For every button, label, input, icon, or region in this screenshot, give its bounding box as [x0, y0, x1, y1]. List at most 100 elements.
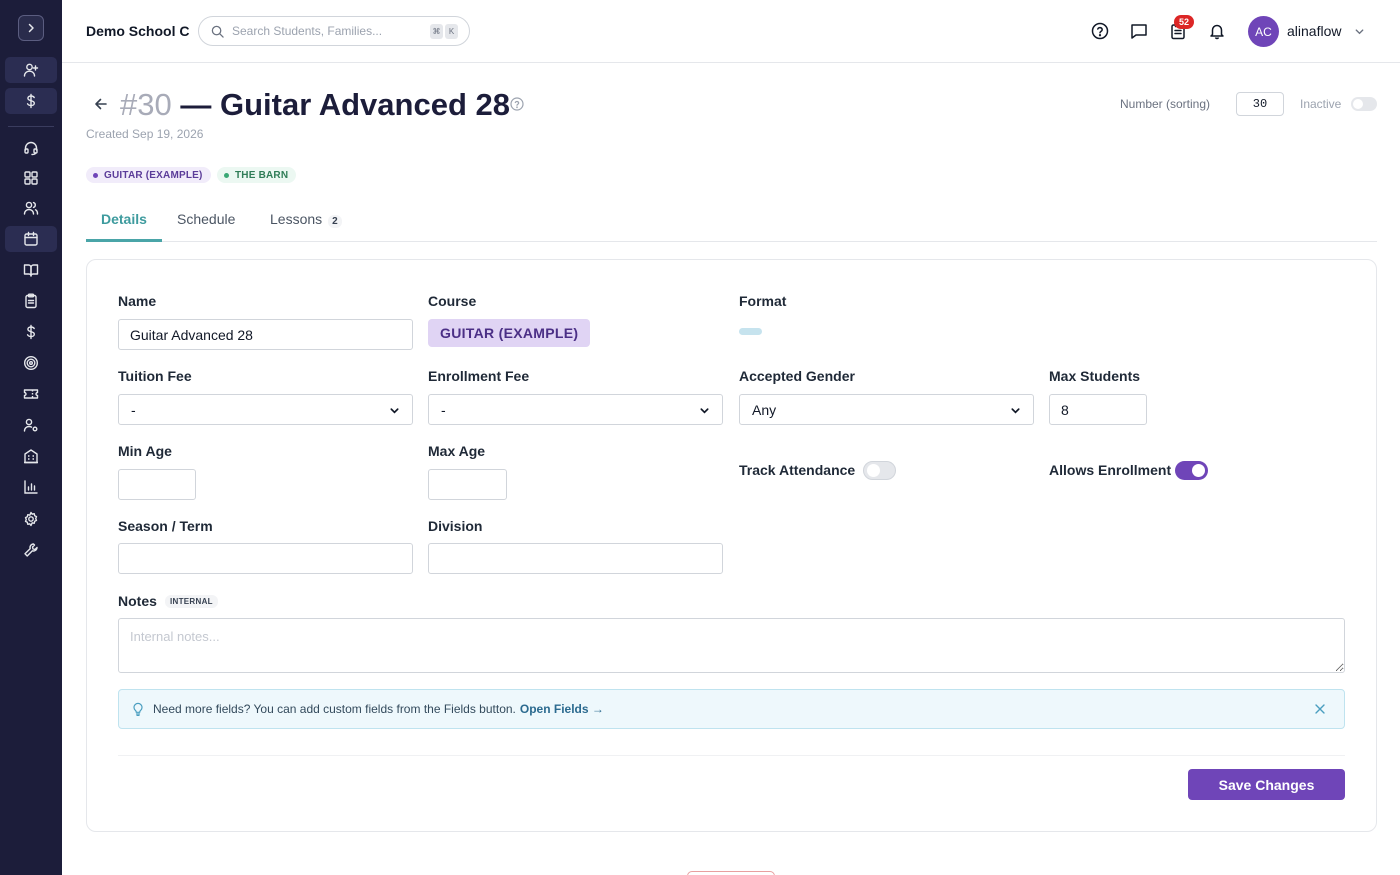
format-indicator[interactable]: [739, 328, 762, 335]
save-changes-button[interactable]: Save Changes: [1188, 769, 1345, 800]
tuition-fee-value: -: [131, 401, 136, 418]
wrench-icon: [24, 543, 38, 557]
track-attendance-toggle[interactable]: [863, 461, 896, 480]
notes-textarea[interactable]: [118, 618, 1345, 673]
sidebar-item-goals[interactable]: [5, 350, 57, 376]
custom-fields-info-banner: Need more fields? You can add custom fie…: [118, 689, 1345, 729]
sidebar-item-support[interactable]: [5, 135, 57, 161]
class-title: — Guitar Advanced 28: [180, 87, 510, 122]
sidebar-item-families[interactable]: [5, 195, 57, 221]
bar-chart-icon: [24, 480, 38, 494]
sidebar-item-locations[interactable]: [5, 443, 57, 469]
accepted-gender-value: Any: [752, 401, 777, 418]
max-students-label: Max Students: [1049, 368, 1141, 384]
lessons-count-badge: 2: [328, 215, 342, 228]
active-tab-indicator: [86, 239, 162, 242]
sidebar-item-tools[interactable]: [5, 537, 57, 563]
chevron-down-icon: [1011, 408, 1020, 414]
chevron-down-icon[interactable]: [1354, 26, 1365, 37]
username[interactable]: alinaflow: [1287, 23, 1341, 39]
back-arrow-icon[interactable]: [93, 96, 109, 112]
search-input[interactable]: [232, 24, 422, 38]
sort-number-input[interactable]: [1236, 92, 1284, 116]
track-attendance-label: Track Attendance: [739, 462, 856, 478]
min-age-input[interactable]: [118, 469, 196, 500]
help-button[interactable]: [1091, 22, 1109, 40]
dollar-icon: [26, 93, 36, 109]
enrollment-fee-value: -: [441, 401, 446, 418]
sidebar-item-tasks[interactable]: [5, 288, 57, 314]
enrollment-fee-label: Enrollment Fee: [428, 368, 530, 384]
sort-number-label: Number (sorting): [1120, 97, 1211, 111]
course-tag: GUITAR (EXAMPLE): [86, 167, 211, 183]
tab-details[interactable]: Details: [101, 211, 147, 227]
chevron-down-icon: [700, 408, 709, 414]
division-input[interactable]: [428, 543, 723, 574]
sidebar-item-billing[interactable]: [5, 319, 57, 345]
course-label: Course: [428, 293, 477, 309]
topbar: Demo School C ⌘ K 52 AC alinaflow: [62, 0, 1400, 63]
class-number: #30: [120, 87, 172, 122]
course-tag-label: GUITAR (EXAMPLE): [104, 169, 203, 181]
inactive-toggle[interactable]: [1351, 97, 1377, 111]
info-help-icon[interactable]: [510, 97, 524, 111]
building-icon: [24, 449, 38, 464]
enrollment-fee-select[interactable]: -: [428, 394, 723, 425]
name-input[interactable]: [118, 319, 413, 350]
allows-enrollment-toggle[interactable]: [1175, 461, 1208, 480]
tag-dot: [93, 172, 98, 178]
chevron-right-icon: [28, 23, 34, 33]
close-icon[interactable]: [1314, 703, 1326, 715]
global-search[interactable]: ⌘ K: [198, 16, 470, 46]
shortcut-key-cmd: ⌘: [430, 24, 443, 39]
sidebar-item-calendar[interactable]: [5, 226, 57, 252]
sidebar-item-dashboard[interactable]: [5, 165, 57, 191]
tag-dot: [224, 172, 229, 178]
season-term-label: Season / Term: [118, 518, 213, 534]
tab-lessons[interactable]: Lessons 2: [270, 211, 342, 228]
division-label: Division: [428, 518, 483, 534]
max-age-input[interactable]: [428, 469, 507, 500]
tasks-count-badge: 52: [1174, 15, 1194, 29]
page-title: #30 — Guitar Advanced 28: [120, 87, 510, 123]
ticket-icon: [23, 389, 39, 399]
open-fields-link[interactable]: Open Fields →: [520, 702, 604, 716]
form-separator: [118, 755, 1345, 756]
sidebar-item-payments[interactable]: [5, 88, 57, 114]
book-open-icon: [23, 264, 39, 277]
notifications-button[interactable]: [1208, 22, 1226, 40]
gear-icon: [24, 511, 38, 527]
user-avatar[interactable]: AC: [1248, 16, 1279, 47]
bell-icon: [1210, 24, 1224, 40]
sidebar-item-tickets[interactable]: [5, 381, 57, 407]
tab-lessons-label: Lessons: [270, 211, 323, 227]
help-circle-icon: [1091, 22, 1109, 40]
accepted-gender-label: Accepted Gender: [739, 368, 855, 384]
grid-icon: [24, 171, 38, 185]
tab-schedule[interactable]: Schedule: [177, 211, 235, 227]
danger-button-peek[interactable]: [687, 871, 775, 875]
sidebar-item-reports[interactable]: [5, 474, 57, 500]
school-name: Demo School C: [86, 23, 190, 39]
sidebar-item-add-student[interactable]: [5, 57, 57, 83]
max-students-input[interactable]: [1049, 394, 1147, 425]
tabs-divider: [86, 241, 1377, 242]
info-banner-text: Need more fields? You can add custom fie…: [153, 702, 516, 716]
messages-button[interactable]: [1130, 22, 1148, 40]
season-term-input[interactable]: [118, 543, 413, 574]
tuition-fee-select[interactable]: -: [118, 394, 413, 425]
target-icon: [23, 355, 39, 371]
accepted-gender-select[interactable]: Any: [739, 394, 1034, 425]
calendar-icon: [24, 231, 38, 246]
clipboard-icon: [25, 293, 37, 309]
min-age-label: Min Age: [118, 443, 172, 459]
shortcut-key-k: K: [445, 24, 458, 39]
sidebar-expand-button[interactable]: [18, 15, 44, 41]
sidebar-item-courses[interactable]: [5, 257, 57, 283]
sidebar-item-settings[interactable]: [5, 506, 57, 532]
users-icon: [23, 201, 39, 215]
sidebar-item-staff[interactable]: [5, 412, 57, 438]
format-label: Format: [739, 293, 787, 309]
user-plus-icon: [23, 63, 39, 77]
course-chip[interactable]: GUITAR (EXAMPLE): [428, 319, 591, 347]
